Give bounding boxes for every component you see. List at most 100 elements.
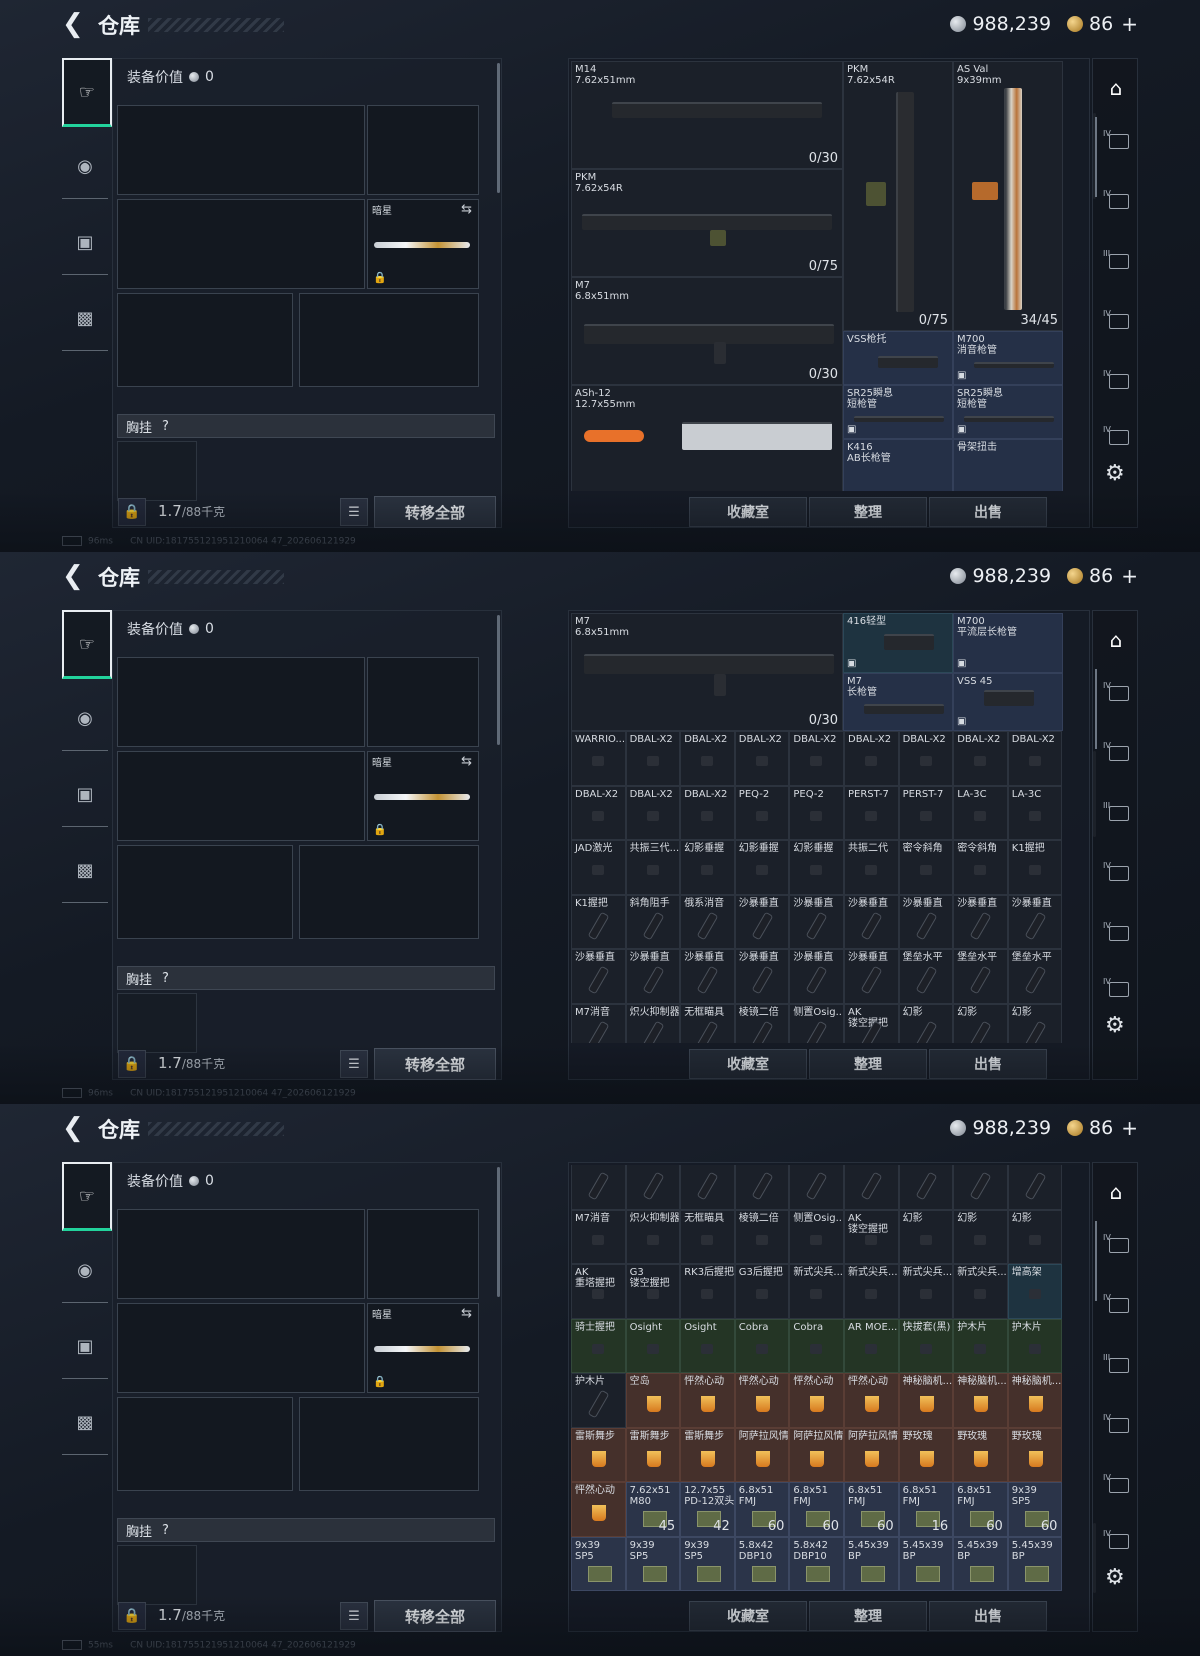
swap-icon[interactable]: ⇆	[461, 754, 472, 769]
back-button[interactable]: ❮	[62, 563, 84, 589]
inventory-item[interactable]: 沙暴垂直	[625, 949, 681, 1004]
inventory-item[interactable]: 怦然心动	[789, 1373, 844, 1428]
container-tab[interactable]: IV	[1103, 741, 1131, 763]
lock-button[interactable]: 🔒	[118, 1050, 146, 1078]
sort-button[interactable]: 整理	[809, 1601, 927, 1631]
item-vss-mag[interactable]: VSS 45 ▣	[953, 673, 1063, 731]
inventory-item[interactable]: JAD激光	[571, 840, 626, 895]
tab-case[interactable]: ▩	[62, 286, 108, 351]
inventory-item[interactable]: 幻影垂握	[789, 840, 844, 895]
inventory-item[interactable]	[898, 1165, 954, 1210]
inventory-item[interactable]: 9x39 SP5	[625, 1536, 681, 1591]
sell-button[interactable]: 出售	[929, 1049, 1047, 1079]
tab-backpack[interactable]: ▣	[62, 762, 108, 827]
inventory-item[interactable]: 沙暴垂直	[953, 894, 1008, 949]
inventory-item[interactable]: 野玫瑰	[1007, 1427, 1063, 1482]
inventory-item[interactable]: 6.8x51 FMJ 60	[953, 1482, 1008, 1537]
list-view-button[interactable]: ☰	[340, 1050, 368, 1078]
help-icon[interactable]: ?	[162, 419, 169, 434]
inventory-item[interactable]: 野玫瑰	[898, 1427, 954, 1482]
inventory-item[interactable]: 护木片	[571, 1373, 626, 1428]
inventory-item[interactable]: 阿萨拉风情	[734, 1427, 790, 1482]
inventory-item[interactable]: DBAL-X2	[680, 731, 735, 786]
inventory-item[interactable]: PEQ-2	[734, 785, 790, 840]
inventory-item[interactable]: 怦然心动	[844, 1373, 899, 1428]
container-tab[interactable]: IV	[1103, 1529, 1131, 1551]
tab-backpack[interactable]: ▣	[62, 1314, 108, 1379]
inventory-item[interactable]: 共振三代...	[625, 840, 681, 895]
inventory-item[interactable]: PERST-7	[898, 785, 954, 840]
inventory-item[interactable]: 幻影垂握	[680, 840, 735, 895]
tab-case[interactable]: ▩	[62, 838, 108, 903]
inventory-item[interactable]: 棱镜二倍	[734, 1209, 790, 1264]
helmet-slot[interactable]	[117, 845, 293, 939]
inventory-item[interactable]: 俄系消音	[680, 894, 735, 949]
inventory-item[interactable]: 6.8x51 FMJ 60	[789, 1482, 844, 1537]
item-k416-barrel[interactable]: K416 AB长枪管	[843, 439, 953, 491]
item-416-stock[interactable]: 416轻型 ▣	[843, 613, 953, 673]
lock-button[interactable]: 🔒	[118, 498, 146, 526]
inventory-item[interactable]: 新式尖兵...	[844, 1264, 899, 1319]
inventory-item[interactable]: 堡垒水平	[898, 949, 954, 1004]
inventory-item[interactable]: 6.8x51 FMJ 16	[898, 1482, 954, 1537]
inventory-item[interactable]	[571, 1165, 626, 1210]
help-icon[interactable]: ?	[162, 971, 169, 986]
inventory-item[interactable]: 6.8x51 FMJ 60	[734, 1482, 790, 1537]
inventory-item[interactable]: 快拔套(黑)	[898, 1318, 954, 1373]
inventory-item[interactable]: 沙暴垂直	[789, 894, 844, 949]
pistol-slot[interactable]	[367, 105, 479, 195]
inventory-item[interactable]: DBAL-X2	[898, 731, 954, 786]
chest-rig-slot[interactable]	[117, 1545, 197, 1605]
inventory-item[interactable]: LA-3C	[1007, 785, 1063, 840]
warehouse-icon[interactable]: ⌂	[1104, 77, 1128, 99]
inventory-item[interactable]	[953, 1165, 1008, 1210]
inventory-item[interactable]: 无框瞄具	[680, 1209, 735, 1264]
inventory-item[interactable]: 棱镜二倍	[734, 1003, 790, 1043]
inventory-item[interactable]	[734, 1165, 790, 1210]
inventory-item[interactable]: 5.8x42 DBP10	[789, 1536, 844, 1591]
tab-weapons[interactable]: ☞	[62, 610, 112, 679]
help-icon[interactable]: ?	[162, 1523, 169, 1538]
melee-slot[interactable]: 暗星 ⇆ 🔒	[367, 751, 479, 841]
item-m14[interactable]: M14 7.62x51mm 0/30	[571, 61, 843, 169]
inventory-item[interactable]: 雷斯舞步	[571, 1427, 626, 1482]
sort-button[interactable]: 整理	[809, 497, 927, 527]
inventory-item[interactable]	[844, 1165, 899, 1210]
back-button[interactable]: ❮	[62, 11, 84, 37]
tab-armor[interactable]: ◉	[62, 686, 108, 751]
inventory-item[interactable]: 阿萨拉风情	[789, 1427, 844, 1482]
inventory-item[interactable]: 幻影	[953, 1003, 1008, 1043]
inventory-item[interactable]: 沙暴垂直	[571, 949, 626, 1004]
settings-gear-icon[interactable]: ⚙	[1105, 1013, 1125, 1038]
item-m700-barrel[interactable]: M700 平流层长枪管 ▣	[953, 613, 1063, 673]
list-view-button[interactable]: ☰	[340, 1602, 368, 1630]
transfer-all-button[interactable]: 转移全部	[374, 1048, 496, 1080]
pistol-slot[interactable]	[367, 1209, 479, 1299]
inventory-item[interactable]: M7消音	[571, 1209, 626, 1264]
inventory-item[interactable]: DBAL-X2	[680, 785, 735, 840]
inventory-item[interactable]: Cobra	[734, 1318, 790, 1373]
container-tab[interactable]: IV	[1103, 189, 1131, 211]
inventory-item[interactable]: 阿萨拉风情	[844, 1427, 899, 1482]
inventory-item[interactable]: 怦然心动	[734, 1373, 790, 1428]
rail-scrollbar[interactable]	[1095, 669, 1097, 749]
inventory-item[interactable]: DBAL-X2	[625, 785, 681, 840]
tab-weapons[interactable]: ☞	[62, 1162, 112, 1231]
add-currency-button[interactable]: +	[1121, 564, 1138, 588]
container-tab[interactable]: IV	[1103, 1293, 1131, 1315]
inventory-item[interactable]: 新式尖兵...	[898, 1264, 954, 1319]
swap-icon[interactable]: ⇆	[461, 202, 472, 217]
melee-slot[interactable]: 暗星 ⇆ 🔒	[367, 1303, 479, 1393]
inventory-item[interactable]: 5.8x42 DBP10	[734, 1536, 790, 1591]
container-tab[interactable]: IV	[1103, 425, 1131, 447]
inventory-item[interactable]: 增高架	[1007, 1264, 1063, 1319]
sort-button[interactable]: 整理	[809, 1049, 927, 1079]
inventory-item[interactable]: 9x39 SP5	[571, 1536, 626, 1591]
loadout-scrollbar[interactable]	[497, 615, 500, 745]
inventory-item[interactable]: 密令斜角	[898, 840, 954, 895]
armor-slot[interactable]	[299, 845, 479, 939]
inventory-item[interactable]: 炽火抑制器	[625, 1209, 681, 1264]
inventory-item[interactable]: 幻影	[1007, 1209, 1063, 1264]
container-tab[interactable]: IV	[1103, 921, 1131, 943]
inventory-item[interactable]: 幻影	[953, 1209, 1008, 1264]
